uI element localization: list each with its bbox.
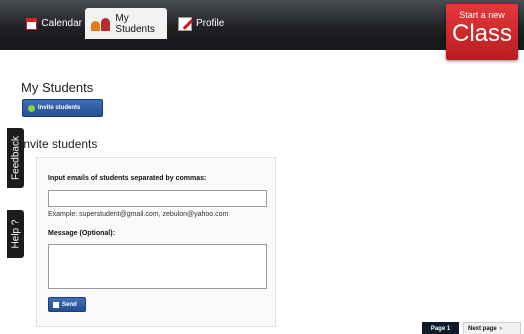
- help-tab[interactable]: Help ?: [7, 210, 24, 258]
- emails-input[interactable]: [48, 190, 267, 207]
- invite-students-label: Invite students: [38, 105, 81, 111]
- calendar-icon: [26, 17, 38, 30]
- current-page-indicator[interactable]: Page 1: [422, 322, 459, 334]
- chevron-right-icon: ›: [499, 326, 502, 332]
- tab-profile[interactable]: Profile: [172, 8, 232, 39]
- tab-profile-label: Profile: [196, 18, 225, 29]
- invite-students-button[interactable]: Invite students: [22, 99, 103, 117]
- send-label: Send: [62, 301, 77, 308]
- students-icon: [91, 17, 111, 31]
- next-page-button[interactable]: Next page ›: [463, 322, 521, 334]
- tab-my-students-label: My Students: [115, 12, 155, 35]
- start-class-line2: Class: [451, 20, 512, 47]
- leaf-icon: [28, 104, 35, 112]
- tab-calendar[interactable]: Calendar: [20, 8, 82, 39]
- section-title: Invite students: [20, 137, 98, 151]
- message-label: Message (Optional):: [48, 230, 115, 237]
- pencil-icon: [178, 16, 192, 31]
- start-class-line1: Start a new: [459, 10, 505, 20]
- page-title: My Students: [21, 80, 94, 95]
- start-new-class-button[interactable]: Start a new Class: [446, 4, 518, 60]
- next-page-label: Next page: [468, 326, 497, 332]
- tab-my-students[interactable]: My Students: [85, 8, 167, 39]
- send-button[interactable]: Send: [48, 297, 86, 312]
- send-icon: [53, 301, 59, 308]
- emails-example: Example: superstudent@gmail.com, zebulon…: [48, 211, 229, 218]
- emails-label: Input emails of students separated by co…: [48, 175, 207, 182]
- message-textarea[interactable]: [48, 244, 267, 289]
- help-label: Help ?: [10, 219, 21, 249]
- tab-calendar-label: Calendar: [41, 18, 82, 29]
